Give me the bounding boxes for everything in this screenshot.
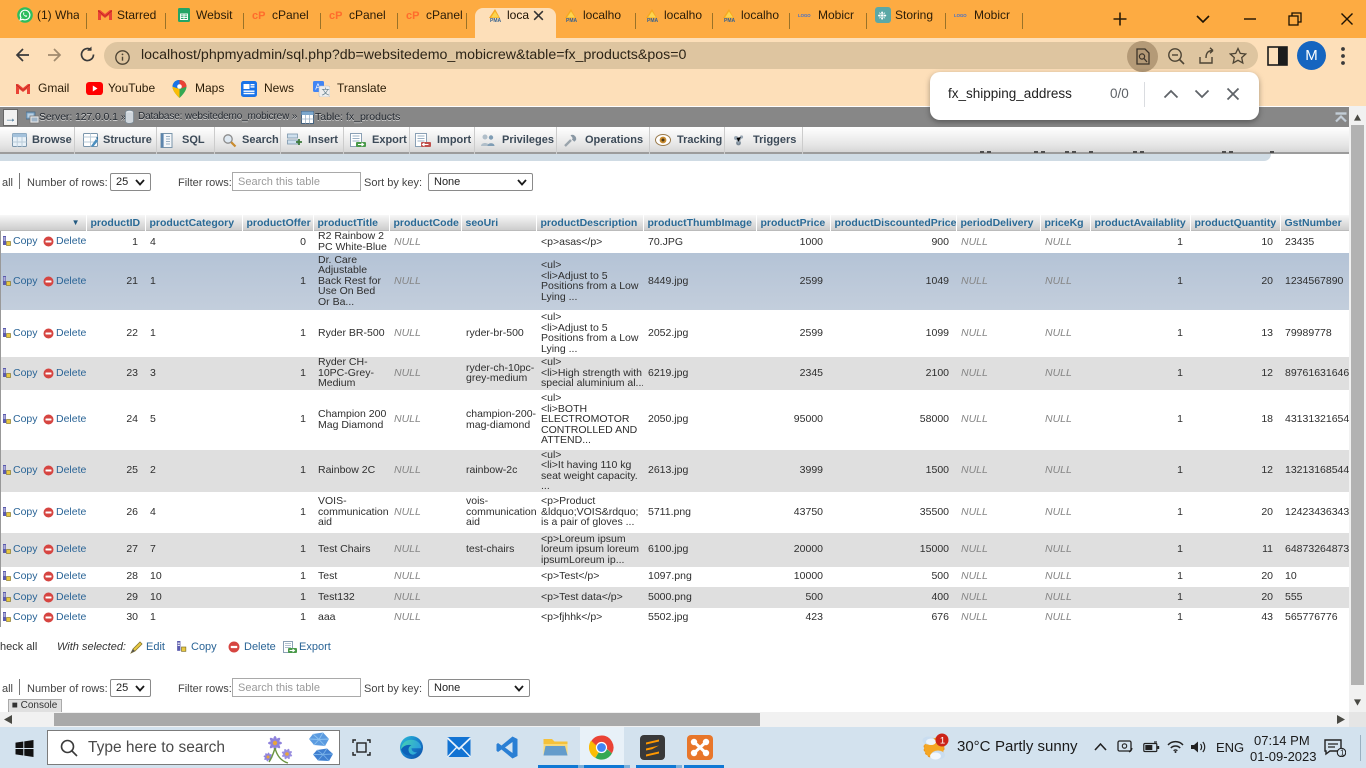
svg-text:PMA: PMA	[490, 18, 502, 23]
svg-text:PMA: PMA	[647, 18, 659, 23]
svg-text:LOGO: LOGO	[954, 13, 967, 18]
svg-text:LOGO: LOGO	[798, 13, 811, 18]
svg-text:❉: ❉	[878, 11, 887, 23]
svg-text:cP: cP	[406, 10, 419, 22]
svg-text:cP: cP	[252, 10, 265, 22]
svg-text:1: 1	[1340, 749, 1345, 758]
svg-text:文: 文	[322, 87, 330, 97]
svg-text:PMA: PMA	[724, 18, 736, 23]
svg-text:cP: cP	[329, 10, 342, 22]
svg-text:1: 1	[940, 736, 945, 747]
svg-text:PMA: PMA	[566, 18, 578, 23]
